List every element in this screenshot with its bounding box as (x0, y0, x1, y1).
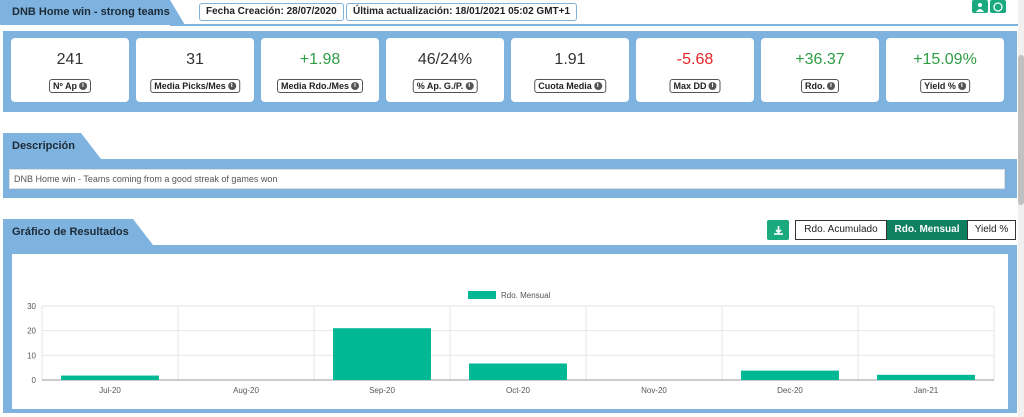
page-scrollbar[interactable] (1018, 0, 1024, 417)
description-text: DNB Home win - Teams coming from a good … (9, 169, 1005, 189)
stat-value: 1.91 (554, 51, 586, 68)
description-tab: Descripción (3, 133, 101, 159)
stat-value: +36.37 (795, 51, 845, 68)
stat-card-ap-gp: 46/24% % Ap. G./P. i (386, 38, 504, 102)
bar-dec-20 (741, 370, 839, 380)
stat-label[interactable]: % Ap. G./P. i (412, 79, 478, 93)
monthly-results-chart: Rdo. Mensual 0 10 20 30 Jul-20 Aug-20 Sep-20 Oct… (27, 291, 995, 395)
toggle-rdo-acumulado[interactable]: Rdo. Acumulado (795, 220, 887, 240)
results-chart-panel: Rdo. Mensual 0 10 20 30 Jul-20 Aug-20 Sep-20 Oct… (3, 245, 1017, 413)
header-divider (170, 24, 1020, 26)
toggle-rdo-mensual[interactable]: Rdo. Mensual (887, 220, 967, 240)
x-tick-label: Oct-20 (506, 386, 531, 395)
x-tick-label: Jul-20 (99, 386, 121, 395)
stat-label[interactable]: Max DD i (669, 79, 721, 93)
y-tick-label: 10 (27, 351, 36, 360)
strategy-title: DNB Home win - strong teams (12, 6, 170, 18)
stats-panel: 241 Nº Ap i 31 Media Picks/Mes i +1.98 Med… (3, 31, 1017, 112)
y-tick-label: 20 (27, 327, 36, 336)
bar-jul-20 (61, 375, 159, 380)
info-icon: i (465, 82, 474, 90)
stat-card-rdo: +36.37 Rdo. i (761, 38, 879, 102)
info-icon: i (957, 82, 966, 90)
toggle-yield[interactable]: Yield % (967, 220, 1016, 240)
info-icon: i (593, 82, 602, 90)
stat-value: -5.68 (676, 51, 714, 68)
bar-oct-20 (469, 363, 567, 380)
stat-label[interactable]: Nº Ap i (49, 79, 91, 93)
stat-value: 31 (186, 51, 204, 68)
chart-area: Rdo. Mensual 0 10 20 30 Jul-20 Aug-20 Sep-20 Oct… (12, 254, 1008, 409)
stat-label[interactable]: Rdo. i (801, 79, 839, 93)
stat-label[interactable]: Cuota Media i (534, 79, 606, 93)
description-heading: Descripción (12, 140, 75, 152)
bar-sep-20 (333, 328, 431, 380)
stat-card-media-rdo: +1.98 Media Rdo./Mes i (261, 38, 379, 102)
strategy-title-tab: DNB Home win - strong teams (0, 0, 185, 25)
results-chart-tab: Gráfico de Resultados (3, 219, 153, 245)
info-icon: i (827, 82, 835, 90)
x-tick-label: Sep-20 (369, 386, 395, 395)
y-tick-label: 0 (32, 376, 37, 385)
legend-label: Rdo. Mensual (501, 291, 551, 300)
description-panel: DNB Home win - Teams coming from a good … (3, 159, 1017, 198)
stat-card-yield: +15.09% Yield % i (886, 38, 1004, 102)
stat-label[interactable]: Yield % i (920, 79, 970, 93)
info-icon: i (78, 82, 87, 90)
bar-jan-21 (877, 374, 975, 380)
stat-card-apuestas: 241 Nº Ap i (11, 38, 129, 102)
user-icon[interactable] (972, 0, 988, 13)
info-icon: i (708, 82, 717, 90)
x-tick-label: Jan-21 (914, 386, 939, 395)
stat-value: +15.09% (913, 51, 977, 68)
x-tick-label: Nov-20 (641, 386, 667, 395)
stat-value: +1.98 (299, 51, 341, 68)
stat-card-cuota-media: 1.91 Cuota Media i (511, 38, 629, 102)
stat-label[interactable]: Media Picks/Mes i (150, 79, 240, 93)
stat-value: 241 (56, 51, 84, 68)
info-icon: i (351, 82, 360, 90)
stat-label[interactable]: Media Rdo./Mes i (276, 79, 364, 93)
page-header: DNB Home win - strong teams Fecha Creaci… (0, 0, 1024, 26)
results-chart-heading: Gráfico de Resultados (12, 226, 129, 238)
stat-value: 46/24% (417, 51, 473, 68)
download-chart-button[interactable] (767, 220, 789, 240)
stat-card-media-picks: 31 Media Picks/Mes i (136, 38, 254, 102)
x-tick-label: Dec-20 (777, 386, 803, 395)
legend-swatch (468, 291, 496, 299)
last-update-badge: Última actualización: 18/01/2021 05:02 G… (346, 3, 578, 21)
info-icon: i (227, 82, 236, 90)
scrollbar-thumb[interactable] (1018, 55, 1024, 205)
x-tick-label: Aug-20 (233, 386, 259, 395)
download-icon (773, 225, 783, 235)
stat-card-max-dd: -5.68 Max DD i (636, 38, 754, 102)
creation-date-badge: Fecha Creación: 28/07/2020 (199, 3, 344, 21)
y-tick-label: 30 (27, 302, 36, 311)
whatsapp-icon[interactable] (990, 0, 1006, 13)
